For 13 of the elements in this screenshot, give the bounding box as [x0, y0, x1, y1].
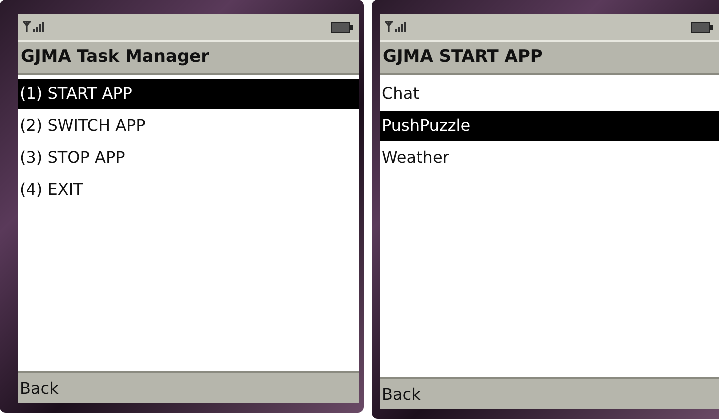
menu-item[interactable]: (2) SWITCH APP: [18, 111, 359, 141]
menu-item[interactable]: Chat: [380, 79, 719, 109]
menu-item[interactable]: (4) EXIT: [18, 175, 359, 205]
back-softkey[interactable]: Back: [20, 378, 59, 398]
menu-item[interactable]: PushPuzzle: [380, 111, 719, 141]
screen-title: GJMA Task Manager: [18, 42, 359, 75]
battery-icon: [331, 22, 353, 32]
menu-item[interactable]: (1) START APP: [18, 79, 359, 109]
battery-icon: [691, 22, 713, 32]
screen-title: GJMA START APP: [380, 42, 719, 75]
menu-item[interactable]: Weather: [380, 143, 719, 173]
menu-item[interactable]: (3) STOP APP: [18, 143, 359, 173]
back-softkey[interactable]: Back: [382, 384, 421, 404]
